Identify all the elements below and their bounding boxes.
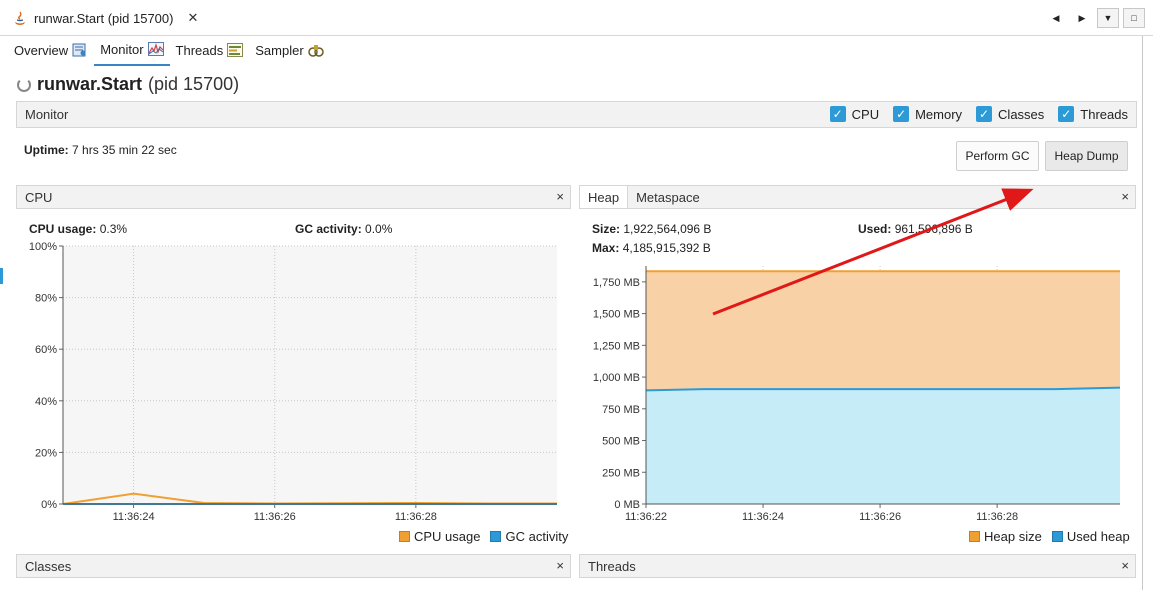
annotation-arrow: [712, 188, 1034, 316]
